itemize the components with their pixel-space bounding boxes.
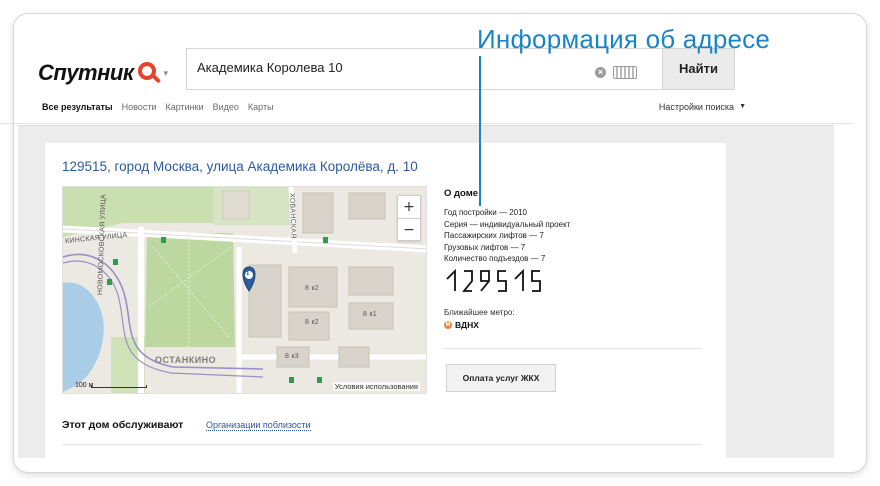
logo-text: Спутник xyxy=(38,60,134,85)
magnifier-logo-icon xyxy=(137,61,161,85)
nav-tabs: Все результаты Новости Картинки Видео Ка… xyxy=(42,102,283,112)
map-building-label: 8 к2 xyxy=(305,319,319,326)
callout-pointer-line xyxy=(479,56,481,206)
house-series: Серия — индивидуальный проект xyxy=(444,219,571,229)
info-divider xyxy=(444,348,702,349)
pay-utilities-button[interactable]: Оплата услуг ЖКХ xyxy=(446,364,556,392)
search-nav: Все результаты Новости Картинки Видео Ка… xyxy=(0,98,852,124)
address-title-link[interactable]: 129515, город Москва, улица Академика Ко… xyxy=(62,159,418,174)
callout-label: Информация об адресе xyxy=(477,24,770,54)
postcode-digits xyxy=(446,268,541,292)
map-building-label: 8 к1 xyxy=(363,311,377,318)
keyboard-icon[interactable] xyxy=(613,66,637,79)
house-entrances: Количество подъездов — 7 xyxy=(444,254,546,263)
search-input[interactable] xyxy=(197,60,577,75)
house-info-title: О доме xyxy=(444,188,479,199)
postcode-digit xyxy=(462,269,473,292)
map-scale-bar xyxy=(91,385,147,388)
house-year: Год постройки — 2010 xyxy=(444,208,527,217)
map-district-label: ОСТАНКИНО xyxy=(155,355,217,365)
chevron-down-icon[interactable]: ▾ xyxy=(164,68,169,79)
metro-station[interactable]: M ВДНХ xyxy=(444,320,714,330)
clear-icon[interactable]: × xyxy=(595,67,606,78)
metro-station-name: ВДНХ xyxy=(455,319,479,330)
search-settings-link[interactable]: Настройки поиска xyxy=(659,102,734,112)
map[interactable]: КИНСКАЯ УЛИЦА НОВОМОСКОВСКАЯ УЛИЦА ХОВАН… xyxy=(62,186,427,394)
chevron-down-icon[interactable]: ▼ xyxy=(739,103,746,110)
tab-news[interactable]: Новости xyxy=(122,102,157,112)
postcode-digit xyxy=(446,268,456,291)
tab-all-results[interactable]: Все результаты xyxy=(42,102,113,112)
postcode-digit xyxy=(497,269,507,292)
bottom-tabs: Этот дом обслуживают Организации поблизо… xyxy=(62,419,702,445)
house-freight-lifts: Грузовых лифтов — 7 xyxy=(444,242,526,252)
map-building-label: 8 к3 xyxy=(285,353,299,360)
metro-label: Ближайшее метро: xyxy=(444,307,515,317)
tab-images[interactable]: Картинки xyxy=(165,102,203,112)
logo[interactable]: Спутник ▾ xyxy=(38,60,168,86)
map-zoom-control: + − xyxy=(397,195,421,241)
tab-house-services[interactable]: Этот дом обслуживают xyxy=(62,419,183,431)
metro-icon: M xyxy=(444,320,452,329)
map-canvas xyxy=(63,187,426,393)
house-info: О доме Год постройки — 2010 Серия — инди… xyxy=(444,188,714,330)
tab-maps[interactable]: Карты xyxy=(248,102,274,112)
map-building-label: 8 к2 xyxy=(305,285,319,292)
zoom-in-button[interactable]: + xyxy=(398,196,420,218)
postcode-digit xyxy=(480,269,490,292)
postcode-digit xyxy=(514,268,524,291)
zoom-out-button[interactable]: − xyxy=(398,219,420,241)
map-marker-label: 1 xyxy=(246,271,250,277)
tab-video[interactable]: Видео xyxy=(213,102,239,112)
map-terms-link[interactable]: Условия использования xyxy=(332,382,420,391)
tab-nearby-organizations[interactable]: Организации поблизости xyxy=(206,420,311,431)
postcode-digit xyxy=(531,269,541,292)
house-passenger-lifts: Пассажирских лифтов — 7 xyxy=(444,231,544,240)
